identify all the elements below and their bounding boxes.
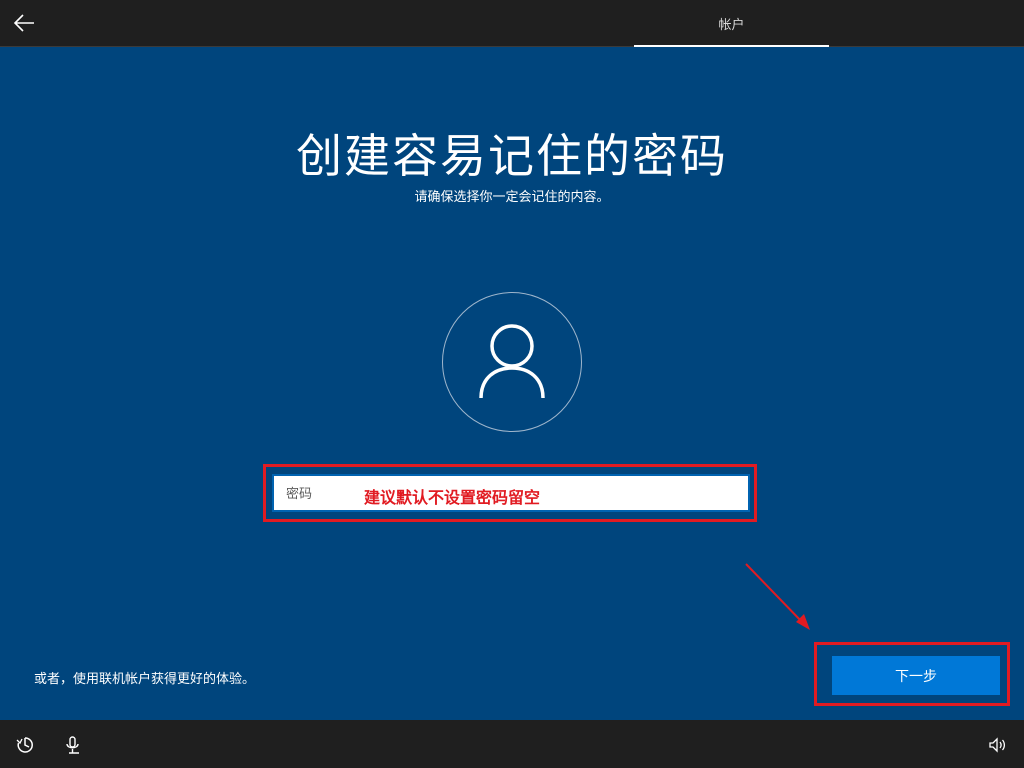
online-account-link[interactable]: 或者，使用联机帐户获得更好的体验。 [34, 668, 255, 687]
back-arrow-icon[interactable] [8, 8, 40, 38]
top-bar [0, 0, 1024, 46]
ease-of-access-icon[interactable] [14, 734, 36, 756]
page-title: 创建容易记住的密码 [296, 129, 728, 183]
tab-account[interactable]: 帐户 [634, 0, 829, 46]
tab-active-indicator [634, 45, 829, 47]
bottom-bar [0, 720, 1024, 768]
password-field[interactable]: 建议默认不设置密码留空 [272, 474, 750, 512]
top-bar-divider [0, 46, 1024, 47]
page-subtitle: 请确保选择你一定会记住的内容。 [414, 190, 610, 205]
microphone-icon[interactable] [62, 734, 84, 756]
annotation-note: 建议默认不设置密码留空 [364, 488, 541, 507]
password-input[interactable] [284, 476, 368, 512]
user-icon [479, 324, 545, 399]
annotation-arrow [745, 563, 810, 630]
user-avatar [442, 292, 582, 432]
next-button[interactable]: 下一步 [832, 656, 1000, 695]
volume-icon[interactable] [986, 734, 1008, 756]
